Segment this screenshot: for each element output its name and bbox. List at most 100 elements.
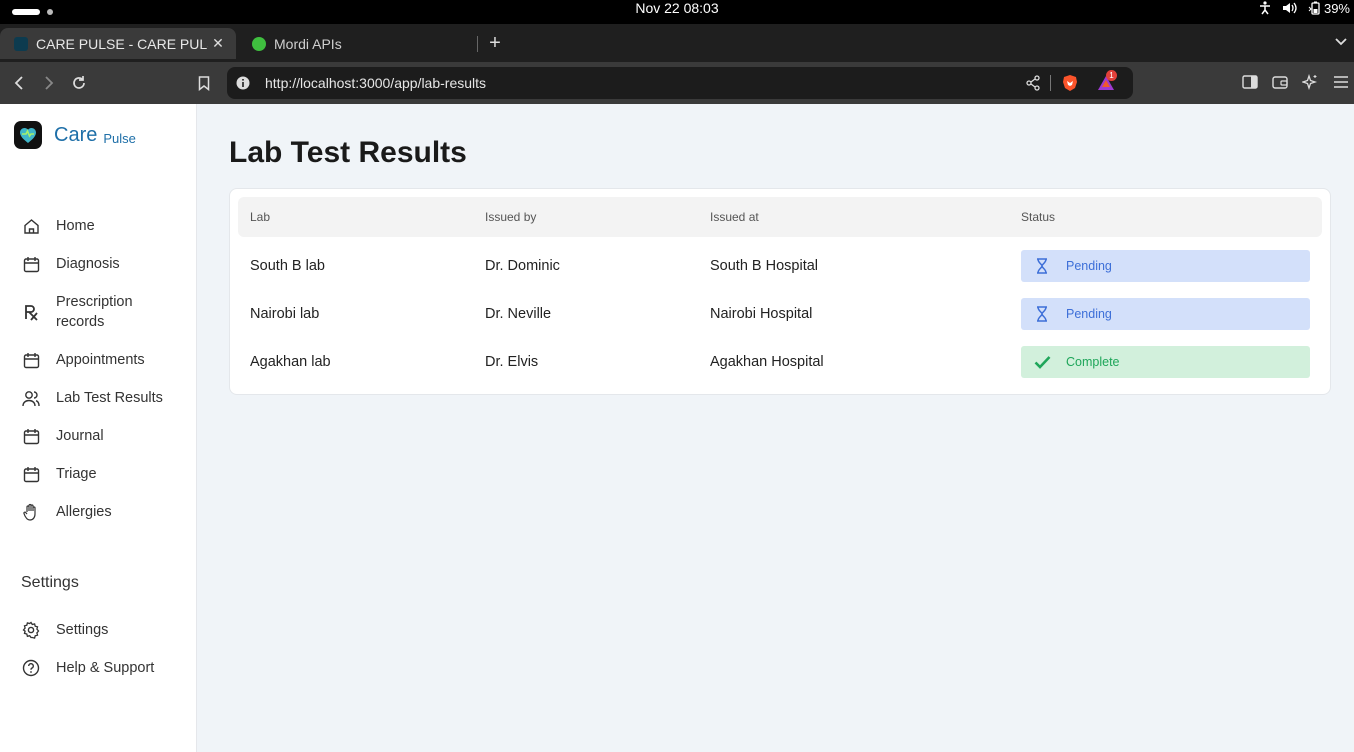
cell-issued-by: Dr. Neville bbox=[485, 306, 552, 322]
brand-logo[interactable]: Care Pulse bbox=[14, 121, 136, 149]
sidebar-item-label: Journal bbox=[56, 428, 104, 444]
wallet-icon[interactable] bbox=[1272, 74, 1288, 95]
tab-care-pulse[interactable]: CARE PULSE - CARE PULSE ✕ bbox=[0, 28, 236, 59]
page-title: Lab Test Results bbox=[229, 136, 467, 169]
care-pulse-favicon-icon bbox=[14, 36, 28, 51]
sidebar-item-label: Allergies bbox=[56, 504, 112, 520]
app-sidebar: Care Pulse Home Diagnosis Prescription r… bbox=[0, 104, 197, 752]
sidebar-item-appointments[interactable]: Appointments bbox=[22, 350, 166, 370]
table-row[interactable]: Agakhan lab Dr. Elvis Agakhan Hospital C… bbox=[230, 338, 1330, 386]
os-top-bar: Nov 22 08:03 39% bbox=[0, 0, 1354, 24]
sidebar-item-label: Diagnosis bbox=[56, 256, 120, 272]
cell-issued-at: Agakhan Hospital bbox=[710, 354, 824, 370]
hamburger-menu-icon[interactable] bbox=[1333, 74, 1349, 95]
cell-issued-at: South B Hospital bbox=[710, 258, 819, 274]
back-arrow-icon[interactable] bbox=[8, 72, 30, 94]
sidebar-item-prescription-records[interactable]: Prescription records bbox=[22, 292, 166, 332]
site-info-icon[interactable] bbox=[236, 76, 250, 95]
battery-icon bbox=[1308, 1, 1322, 15]
battery-indicator[interactable]: 39% bbox=[1308, 1, 1350, 16]
tab-title: Mordi APIs bbox=[274, 35, 342, 52]
sidebar-item-lab-test-results[interactable]: Lab Test Results bbox=[22, 388, 166, 408]
checkmark-icon bbox=[1032, 355, 1052, 369]
cell-lab: Nairobi lab bbox=[250, 306, 320, 322]
globe-favicon-icon bbox=[252, 36, 266, 51]
hand-icon bbox=[22, 502, 40, 522]
column-header-issued-by: Issued by bbox=[485, 210, 537, 224]
sidebar-item-triage[interactable]: Triage bbox=[22, 464, 166, 484]
column-header-status: Status bbox=[1021, 210, 1056, 224]
calendar-icon bbox=[22, 350, 40, 370]
status-text: Pending bbox=[1066, 307, 1112, 321]
sidebar-item-label: Help & Support bbox=[56, 660, 155, 676]
gear-icon bbox=[22, 620, 40, 640]
battery-percent: 39% bbox=[1323, 0, 1350, 16]
cell-issued-by: Dr. Dominic bbox=[485, 258, 560, 274]
calendar-icon bbox=[22, 254, 40, 274]
cell-issued-by: Dr. Elvis bbox=[485, 354, 539, 370]
column-header-issued-at: Issued at bbox=[710, 210, 759, 224]
users-icon bbox=[22, 388, 40, 408]
sidebar-item-help-support[interactable]: Help & Support bbox=[22, 658, 166, 678]
table-row[interactable]: Nairobi lab Dr. Neville Nairobi Hospital… bbox=[230, 290, 1330, 338]
brand-sub: Pulse bbox=[103, 130, 136, 146]
status-text: Complete bbox=[1066, 355, 1120, 369]
settings-section-heading: Settings bbox=[21, 574, 79, 591]
cell-lab: Agakhan lab bbox=[250, 354, 331, 370]
sidebar-item-label: Settings bbox=[56, 622, 109, 638]
help-icon bbox=[22, 658, 40, 678]
share-icon[interactable] bbox=[1025, 75, 1041, 96]
volume-icon[interactable] bbox=[1282, 1, 1298, 15]
column-header-lab: Lab bbox=[250, 210, 271, 224]
sidebar-item-diagnosis[interactable]: Diagnosis bbox=[22, 254, 166, 274]
sidebar-item-settings[interactable]: Settings bbox=[22, 620, 166, 640]
status-badge: Pending bbox=[1021, 250, 1310, 282]
table-header: Lab Issued by Issued at Status bbox=[238, 197, 1322, 237]
brand-name: Care bbox=[54, 123, 98, 146]
close-tab-icon[interactable]: ✕ bbox=[208, 35, 228, 52]
address-bar[interactable]: http://localhost:3000/app/lab-results 1 bbox=[227, 67, 1133, 99]
sidebar-item-label: Appointments bbox=[56, 352, 145, 368]
sidebar-toggle-icon[interactable] bbox=[1242, 74, 1258, 95]
sidebar-item-allergies[interactable]: Allergies bbox=[22, 502, 166, 522]
system-tray[interactable]: 39% bbox=[1258, 0, 1350, 16]
rewards-badge: 1 bbox=[1106, 70, 1117, 81]
tab-list-chevron-icon[interactable] bbox=[1334, 34, 1348, 52]
leo-ai-sparkle-icon[interactable] bbox=[1300, 73, 1318, 95]
home-icon bbox=[22, 216, 40, 236]
url-text[interactable]: http://localhost:3000/app/lab-results bbox=[265, 67, 486, 99]
sidebar-item-journal[interactable]: Journal bbox=[22, 426, 166, 446]
status-text: Pending bbox=[1066, 259, 1112, 273]
sidebar-item-label: Triage bbox=[56, 466, 97, 482]
reload-icon[interactable] bbox=[68, 72, 90, 94]
browser-tab-strip: CARE PULSE - CARE PULSE ✕ Mordi APIs + bbox=[0, 24, 1354, 62]
lab-results-table: Lab Issued by Issued at Status South B l… bbox=[229, 188, 1331, 395]
hourglass-icon bbox=[1032, 306, 1052, 322]
brave-shields-icon[interactable] bbox=[1061, 74, 1079, 97]
status-badge: Pending bbox=[1021, 298, 1310, 330]
sidebar-item-label: Lab Test Results bbox=[56, 390, 163, 406]
new-tab-plus-icon[interactable]: + bbox=[484, 32, 506, 54]
status-badge: Complete bbox=[1021, 346, 1310, 378]
os-clock[interactable]: Nov 22 08:03 bbox=[0, 0, 1354, 16]
sidebar-item-label: Prescription records bbox=[56, 294, 133, 330]
tab-divider bbox=[477, 36, 478, 52]
calendar-icon bbox=[22, 464, 40, 484]
cell-issued-at: Nairobi Hospital bbox=[710, 306, 813, 322]
cell-lab: South B lab bbox=[250, 258, 325, 274]
forward-arrow-icon[interactable] bbox=[38, 72, 60, 94]
tab-mordi-apis[interactable]: Mordi APIs bbox=[240, 28, 476, 59]
calendar-icon bbox=[22, 426, 40, 446]
sidebar-item-home[interactable]: Home bbox=[22, 216, 166, 236]
address-divider bbox=[1050, 75, 1051, 91]
sidebar-item-label: Home bbox=[56, 218, 95, 234]
table-row[interactable]: South B lab Dr. Dominic South B Hospital… bbox=[230, 242, 1330, 290]
rx-icon bbox=[22, 302, 40, 322]
bookmark-icon[interactable] bbox=[193, 72, 215, 94]
care-pulse-logo-icon bbox=[14, 121, 42, 149]
main-content: Lab Test Results Lab Issued by Issued at… bbox=[198, 104, 1354, 752]
hourglass-icon bbox=[1032, 258, 1052, 274]
tab-title: CARE PULSE - CARE PULSE bbox=[36, 35, 208, 52]
accessibility-icon[interactable] bbox=[1258, 1, 1272, 15]
browser-toolbar: http://localhost:3000/app/lab-results 1 bbox=[0, 62, 1354, 104]
